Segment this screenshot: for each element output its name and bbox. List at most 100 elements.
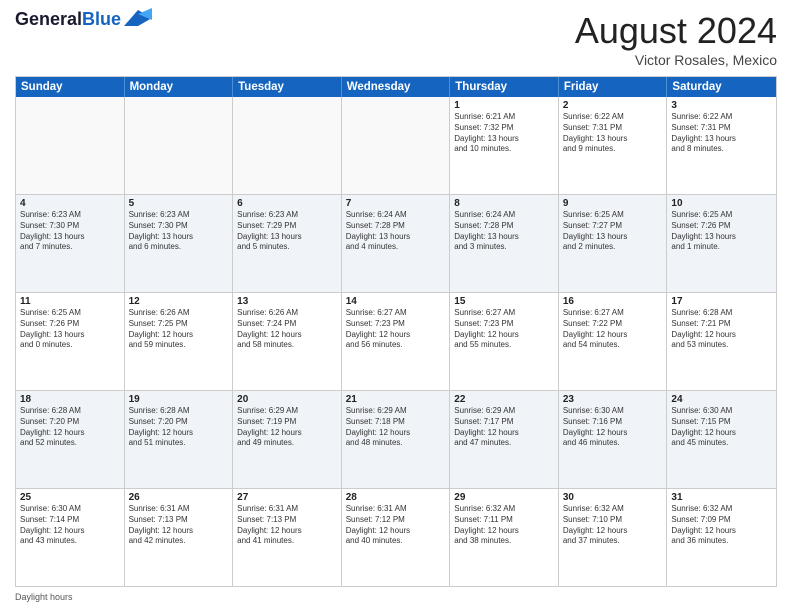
cal-cell: 1Sunrise: 6:21 AMSunset: 7:32 PMDaylight… (450, 97, 559, 194)
day-number: 23 (563, 394, 663, 405)
week-row-4: 18Sunrise: 6:28 AMSunset: 7:20 PMDayligh… (16, 391, 776, 489)
day-info: Sunrise: 6:28 AMSunset: 7:21 PMDaylight:… (671, 308, 772, 351)
day-number: 24 (671, 394, 772, 405)
logo: GeneralBlue (15, 10, 152, 30)
day-number: 16 (563, 296, 663, 307)
day-number: 20 (237, 394, 337, 405)
cal-cell (342, 97, 451, 194)
day-number: 11 (20, 296, 120, 307)
day-number: 9 (563, 198, 663, 209)
day-info: Sunrise: 6:23 AMSunset: 7:30 PMDaylight:… (20, 210, 120, 253)
day-info: Sunrise: 6:26 AMSunset: 7:24 PMDaylight:… (237, 308, 337, 351)
week-row-1: 1Sunrise: 6:21 AMSunset: 7:32 PMDaylight… (16, 97, 776, 195)
day-info: Sunrise: 6:26 AMSunset: 7:25 PMDaylight:… (129, 308, 229, 351)
day-info: Sunrise: 6:31 AMSunset: 7:13 PMDaylight:… (237, 504, 337, 547)
cal-cell: 28Sunrise: 6:31 AMSunset: 7:12 PMDayligh… (342, 489, 451, 586)
cal-cell: 16Sunrise: 6:27 AMSunset: 7:22 PMDayligh… (559, 293, 668, 390)
day-info: Sunrise: 6:29 AMSunset: 7:19 PMDaylight:… (237, 406, 337, 449)
header-wednesday: Wednesday (342, 77, 451, 97)
calendar-header: SundayMondayTuesdayWednesdayThursdayFrid… (16, 77, 776, 97)
cal-cell: 24Sunrise: 6:30 AMSunset: 7:15 PMDayligh… (667, 391, 776, 488)
day-number: 4 (20, 198, 120, 209)
calendar: SundayMondayTuesdayWednesdayThursdayFrid… (15, 76, 777, 587)
title-block: August 2024 Victor Rosales, Mexico (575, 10, 777, 68)
day-number: 2 (563, 100, 663, 111)
cal-cell (233, 97, 342, 194)
day-info: Sunrise: 6:21 AMSunset: 7:32 PMDaylight:… (454, 112, 554, 155)
day-info: Sunrise: 6:27 AMSunset: 7:22 PMDaylight:… (563, 308, 663, 351)
cal-cell: 31Sunrise: 6:32 AMSunset: 7:09 PMDayligh… (667, 489, 776, 586)
cal-cell: 6Sunrise: 6:23 AMSunset: 7:29 PMDaylight… (233, 195, 342, 292)
day-info: Sunrise: 6:32 AMSunset: 7:09 PMDaylight:… (671, 504, 772, 547)
cal-cell: 19Sunrise: 6:28 AMSunset: 7:20 PMDayligh… (125, 391, 234, 488)
day-info: Sunrise: 6:25 AMSunset: 7:26 PMDaylight:… (20, 308, 120, 351)
page: GeneralBlue August 2024 Victor Rosales, … (0, 0, 792, 612)
day-number: 27 (237, 492, 337, 503)
day-number: 19 (129, 394, 229, 405)
day-number: 10 (671, 198, 772, 209)
header-sunday: Sunday (16, 77, 125, 97)
day-info: Sunrise: 6:30 AMSunset: 7:15 PMDaylight:… (671, 406, 772, 449)
cal-cell: 29Sunrise: 6:32 AMSunset: 7:11 PMDayligh… (450, 489, 559, 586)
day-number: 8 (454, 198, 554, 209)
header-monday: Monday (125, 77, 234, 97)
day-number: 29 (454, 492, 554, 503)
day-number: 12 (129, 296, 229, 307)
day-info: Sunrise: 6:27 AMSunset: 7:23 PMDaylight:… (346, 308, 446, 351)
cal-cell: 17Sunrise: 6:28 AMSunset: 7:21 PMDayligh… (667, 293, 776, 390)
week-row-5: 25Sunrise: 6:30 AMSunset: 7:14 PMDayligh… (16, 489, 776, 586)
cal-cell: 8Sunrise: 6:24 AMSunset: 7:28 PMDaylight… (450, 195, 559, 292)
day-info: Sunrise: 6:31 AMSunset: 7:13 PMDaylight:… (129, 504, 229, 547)
day-number: 6 (237, 198, 337, 209)
cal-cell: 7Sunrise: 6:24 AMSunset: 7:28 PMDaylight… (342, 195, 451, 292)
main-title: August 2024 (575, 10, 777, 52)
day-number: 31 (671, 492, 772, 503)
logo-icon (124, 8, 152, 28)
day-number: 15 (454, 296, 554, 307)
cal-cell: 5Sunrise: 6:23 AMSunset: 7:30 PMDaylight… (125, 195, 234, 292)
day-info: Sunrise: 6:30 AMSunset: 7:14 PMDaylight:… (20, 504, 120, 547)
day-number: 26 (129, 492, 229, 503)
day-info: Sunrise: 6:24 AMSunset: 7:28 PMDaylight:… (454, 210, 554, 253)
day-number: 3 (671, 100, 772, 111)
cal-cell: 21Sunrise: 6:29 AMSunset: 7:18 PMDayligh… (342, 391, 451, 488)
day-info: Sunrise: 6:25 AMSunset: 7:26 PMDaylight:… (671, 210, 772, 253)
cal-cell: 20Sunrise: 6:29 AMSunset: 7:19 PMDayligh… (233, 391, 342, 488)
day-number: 30 (563, 492, 663, 503)
day-info: Sunrise: 6:28 AMSunset: 7:20 PMDaylight:… (20, 406, 120, 449)
cal-cell (16, 97, 125, 194)
day-number: 17 (671, 296, 772, 307)
week-row-3: 11Sunrise: 6:25 AMSunset: 7:26 PMDayligh… (16, 293, 776, 391)
cal-cell: 30Sunrise: 6:32 AMSunset: 7:10 PMDayligh… (559, 489, 668, 586)
cal-cell: 2Sunrise: 6:22 AMSunset: 7:31 PMDaylight… (559, 97, 668, 194)
logo-text: GeneralBlue (15, 10, 121, 30)
day-info: Sunrise: 6:28 AMSunset: 7:20 PMDaylight:… (129, 406, 229, 449)
cal-cell: 10Sunrise: 6:25 AMSunset: 7:26 PMDayligh… (667, 195, 776, 292)
day-number: 18 (20, 394, 120, 405)
daylight-label: Daylight hours (15, 592, 73, 602)
cal-cell: 27Sunrise: 6:31 AMSunset: 7:13 PMDayligh… (233, 489, 342, 586)
cal-cell: 13Sunrise: 6:26 AMSunset: 7:24 PMDayligh… (233, 293, 342, 390)
day-number: 14 (346, 296, 446, 307)
week-row-2: 4Sunrise: 6:23 AMSunset: 7:30 PMDaylight… (16, 195, 776, 293)
day-info: Sunrise: 6:32 AMSunset: 7:11 PMDaylight:… (454, 504, 554, 547)
day-info: Sunrise: 6:29 AMSunset: 7:17 PMDaylight:… (454, 406, 554, 449)
day-info: Sunrise: 6:24 AMSunset: 7:28 PMDaylight:… (346, 210, 446, 253)
day-number: 1 (454, 100, 554, 111)
day-number: 21 (346, 394, 446, 405)
day-number: 13 (237, 296, 337, 307)
cal-cell: 9Sunrise: 6:25 AMSunset: 7:27 PMDaylight… (559, 195, 668, 292)
header-saturday: Saturday (667, 77, 776, 97)
day-info: Sunrise: 6:22 AMSunset: 7:31 PMDaylight:… (563, 112, 663, 155)
header-thursday: Thursday (450, 77, 559, 97)
day-number: 25 (20, 492, 120, 503)
header: GeneralBlue August 2024 Victor Rosales, … (15, 10, 777, 68)
cal-cell: 4Sunrise: 6:23 AMSunset: 7:30 PMDaylight… (16, 195, 125, 292)
day-info: Sunrise: 6:23 AMSunset: 7:30 PMDaylight:… (129, 210, 229, 253)
day-number: 28 (346, 492, 446, 503)
day-info: Sunrise: 6:31 AMSunset: 7:12 PMDaylight:… (346, 504, 446, 547)
day-info: Sunrise: 6:30 AMSunset: 7:16 PMDaylight:… (563, 406, 663, 449)
day-number: 22 (454, 394, 554, 405)
header-tuesday: Tuesday (233, 77, 342, 97)
cal-cell: 25Sunrise: 6:30 AMSunset: 7:14 PMDayligh… (16, 489, 125, 586)
